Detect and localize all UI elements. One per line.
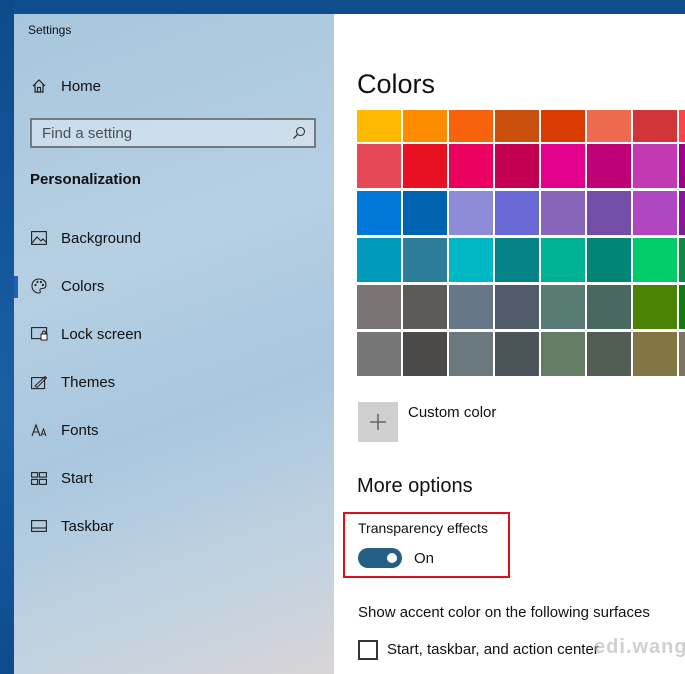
color-swatch[interactable] xyxy=(495,110,539,142)
color-swatch[interactable] xyxy=(357,191,401,235)
color-swatch[interactable] xyxy=(587,144,631,188)
color-swatch[interactable] xyxy=(587,332,631,376)
section-title: Personalization xyxy=(30,171,141,188)
custom-color-label[interactable]: Custom color xyxy=(408,404,496,421)
color-swatch[interactable] xyxy=(449,332,493,376)
lock-screen-icon xyxy=(30,325,48,343)
color-swatch[interactable] xyxy=(679,332,685,376)
toggle-knob xyxy=(387,553,397,563)
sidebar-item-label: Start xyxy=(61,469,93,487)
sidebar-item-label: Background xyxy=(61,229,142,247)
color-swatch[interactable] xyxy=(679,144,685,188)
accent-surfaces-label: Show accent color on the following surfa… xyxy=(358,604,650,621)
transparency-label: Transparency effects xyxy=(358,520,488,536)
transparency-toggle[interactable] xyxy=(358,548,402,568)
sidebar-item-label: Taskbar xyxy=(61,517,114,535)
color-swatch[interactable] xyxy=(541,191,585,235)
color-swatch[interactable] xyxy=(449,144,493,188)
color-swatch[interactable] xyxy=(357,285,401,329)
color-swatch[interactable] xyxy=(495,191,539,235)
color-swatch[interactable] xyxy=(633,332,677,376)
sidebar-item-lock-screen[interactable]: Lock screen xyxy=(14,314,334,354)
checkbox-label[interactable]: Start, taskbar, and action center xyxy=(387,641,599,658)
search-icon xyxy=(292,126,306,145)
plus-icon xyxy=(370,414,386,430)
toggle-state-text: On xyxy=(414,550,435,567)
sidebar-item-label: Home xyxy=(61,77,102,95)
color-swatch[interactable] xyxy=(587,191,631,235)
themes-icon xyxy=(30,373,48,391)
color-swatch[interactable] xyxy=(587,110,631,142)
start-taskbar-checkbox[interactable] xyxy=(358,640,378,660)
page-title: Colors xyxy=(357,69,436,99)
search-input[interactable]: Find a setting xyxy=(30,118,316,148)
color-swatch[interactable] xyxy=(541,238,585,282)
color-swatch[interactable] xyxy=(587,285,631,329)
color-swatch[interactable] xyxy=(449,191,493,235)
color-swatch[interactable] xyxy=(357,332,401,376)
color-swatch[interactable] xyxy=(679,285,685,329)
color-swatch[interactable] xyxy=(357,110,401,142)
start-icon xyxy=(30,469,48,487)
accent-color-grid xyxy=(357,110,685,380)
color-swatch[interactable] xyxy=(403,238,447,282)
custom-color-button[interactable] xyxy=(358,402,398,442)
color-swatch[interactable] xyxy=(495,144,539,188)
window-top-edge xyxy=(0,0,685,14)
color-swatch[interactable] xyxy=(495,238,539,282)
sidebar-item-home[interactable]: Home xyxy=(14,66,334,106)
sidebar-item-start[interactable]: Start xyxy=(14,458,334,498)
sidebar-item-themes[interactable]: Themes xyxy=(14,362,334,402)
color-swatch[interactable] xyxy=(541,285,585,329)
color-swatch[interactable] xyxy=(633,285,677,329)
settings-window: Settings Home Find a setting Personaliza… xyxy=(0,0,685,674)
color-swatch[interactable] xyxy=(449,285,493,329)
color-swatch[interactable] xyxy=(403,332,447,376)
color-swatch[interactable] xyxy=(403,110,447,142)
fonts-icon xyxy=(30,421,48,439)
colors-page: Colors Custom color More options Transpa… xyxy=(334,14,685,674)
palette-icon xyxy=(30,277,48,295)
more-options-heading: More options xyxy=(357,475,473,497)
color-swatch[interactable] xyxy=(541,144,585,188)
color-swatch[interactable] xyxy=(449,238,493,282)
window-left-edge xyxy=(0,0,14,674)
color-swatch[interactable] xyxy=(679,110,685,142)
image-icon xyxy=(30,229,48,247)
color-swatch[interactable] xyxy=(541,110,585,142)
color-swatch[interactable] xyxy=(679,238,685,282)
color-swatch[interactable] xyxy=(633,191,677,235)
home-icon xyxy=(30,77,48,95)
watermark: edi.wang xyxy=(594,636,685,658)
color-swatch[interactable] xyxy=(541,332,585,376)
color-swatch[interactable] xyxy=(633,238,677,282)
color-swatch[interactable] xyxy=(495,285,539,329)
color-swatch[interactable] xyxy=(449,110,493,142)
color-swatch[interactable] xyxy=(679,191,685,235)
color-swatch[interactable] xyxy=(633,144,677,188)
search-placeholder: Find a setting xyxy=(42,125,133,142)
color-swatch[interactable] xyxy=(357,238,401,282)
color-swatch[interactable] xyxy=(495,332,539,376)
sidebar-item-colors[interactable]: Colors xyxy=(14,266,334,306)
sidebar-item-label: Themes xyxy=(61,373,116,391)
color-swatch[interactable] xyxy=(403,285,447,329)
sidebar-item-label: Colors xyxy=(61,277,105,295)
sidebar-item-taskbar[interactable]: Taskbar xyxy=(14,506,334,546)
color-swatch[interactable] xyxy=(403,144,447,188)
app-title: Settings xyxy=(28,23,72,37)
color-swatch[interactable] xyxy=(587,238,631,282)
taskbar-icon xyxy=(30,517,48,535)
color-swatch[interactable] xyxy=(633,110,677,142)
sidebar-item-background[interactable]: Background xyxy=(14,218,334,258)
sidebar-item-label: Fonts xyxy=(61,421,99,439)
color-swatch[interactable] xyxy=(403,191,447,235)
color-swatch[interactable] xyxy=(357,144,401,188)
sidebar-item-label: Lock screen xyxy=(61,325,142,343)
sidebar: Settings Home Find a setting Personaliza… xyxy=(14,14,334,674)
sidebar-item-fonts[interactable]: Fonts xyxy=(14,410,334,450)
